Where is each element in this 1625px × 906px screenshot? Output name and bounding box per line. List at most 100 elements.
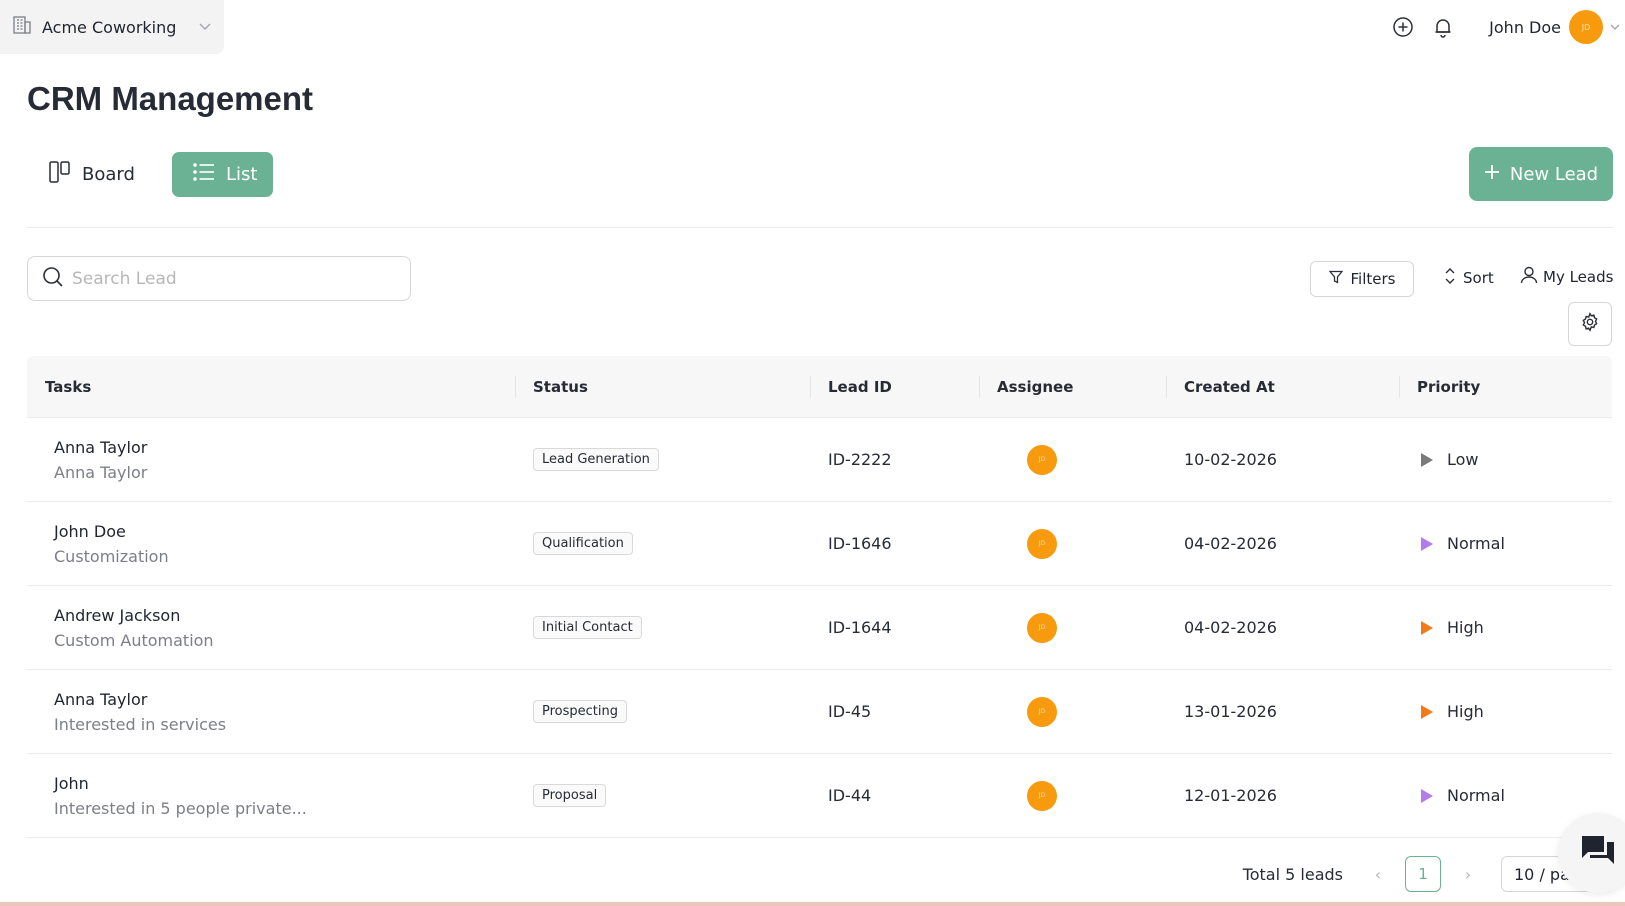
header-actions: John Doe JD [1391,0,1625,54]
priority-label: Normal [1447,534,1505,553]
table-row[interactable]: Anna Taylor Anna Taylor Lead Generation … [27,418,1612,502]
created-at-cell: 12-01-2026 [1184,786,1277,805]
sort-icon [1443,266,1457,290]
column-header-lead-id[interactable]: Lead ID [810,356,979,418]
filter-icon [1328,270,1343,288]
task-subtitle: Custom Automation [54,630,214,650]
table-row[interactable]: Anna Taylor Interested in services Prosp… [27,670,1612,754]
assignee-cell: JD [979,670,1166,754]
priority-flag-icon [1421,536,1433,551]
status-badge: Lead Generation [533,448,659,471]
lead-id-cell: ID-2222 [828,450,892,469]
created-at-cell: 04-02-2026 [1184,534,1277,553]
add-circle-icon[interactable] [1391,15,1415,39]
pagination: Total 5 leads ‹ 1 › 10 / page [1242,856,1613,892]
task-title: John Doe [54,521,126,541]
priority-cell: High [1399,670,1612,754]
priority-flag-icon [1421,620,1433,635]
filters-button[interactable]: Filters [1310,261,1414,297]
status-cell: Lead Generation [515,418,810,502]
task-cell: Andrew Jackson Custom Automation [27,586,515,670]
my-leads-label: My Leads [1543,268,1614,286]
task-subtitle: Customization [54,546,169,566]
created-at-cell: 10-02-2026 [1184,450,1277,469]
bottom-border [0,902,1625,906]
assignee-cell: JD [979,754,1166,838]
total-count: Total 5 leads [1242,864,1343,884]
status-badge: Initial Contact [533,616,642,639]
my-leads-button[interactable]: My Leads [1520,266,1613,288]
priority-label: Low [1447,450,1479,469]
task-subtitle: Anna Taylor [54,462,148,482]
page-title: CRM Management [27,80,314,117]
table-row[interactable]: John Interested in 5 people private... P… [27,754,1612,838]
status-cell: Prospecting [515,670,810,754]
column-header-status[interactable]: Status [515,356,810,418]
lead-id-cell: ID-1644 [828,618,892,637]
search-input[interactable] [72,268,392,289]
created-at-cell: 13-01-2026 [1184,702,1277,721]
status-badge: Proposal [533,784,607,807]
plus-icon [1484,164,1500,185]
status-cell: Initial Contact [515,586,810,670]
filters-label: Filters [1350,270,1396,288]
priority-cell: High [1399,586,1612,670]
priority-label: High [1447,618,1484,637]
task-title: John [54,773,89,793]
task-cell: John Doe Customization [27,502,515,586]
column-header-created-at[interactable]: Created At [1166,356,1399,418]
bell-icon[interactable] [1431,15,1455,39]
chevron-down-icon [198,18,212,37]
priority-label: High [1447,702,1484,721]
column-header-assignee[interactable]: Assignee [979,356,1166,418]
status-badge: Qualification [533,532,633,555]
task-subtitle: Interested in 5 people private... [54,798,307,818]
building-icon [12,15,32,39]
priority-flag-icon [1421,704,1433,719]
status-cell: Qualification [515,502,810,586]
user-name[interactable]: John Doe [1489,18,1561,37]
table-settings-button[interactable] [1568,302,1612,346]
leads-table: Tasks Status Lead ID Assignee Created At… [27,356,1612,838]
created-at-cell: 04-02-2026 [1184,618,1277,637]
search-box[interactable] [27,256,411,301]
task-cell: Anna Taylor Anna Taylor [27,418,515,502]
tab-list-label: List [226,164,258,185]
prev-page-icon[interactable]: ‹ [1363,865,1393,884]
chevron-down-icon[interactable] [1609,18,1621,37]
chat-icon [1580,834,1616,872]
column-header-tasks[interactable]: Tasks [27,356,515,418]
next-page-icon[interactable]: › [1453,865,1483,884]
assignee-avatar[interactable]: JD [1027,780,1057,811]
tab-list[interactable]: List [172,152,273,197]
lead-id-cell: ID-1646 [828,534,892,553]
assignee-cell: JD [979,502,1166,586]
assignee-avatar[interactable]: JD [1027,612,1057,643]
priority-flag-icon [1421,788,1433,803]
new-lead-button[interactable]: New Lead [1469,147,1613,201]
priority-flag-icon [1421,452,1433,467]
page-number[interactable]: 1 [1405,856,1441,892]
user-icon [1520,266,1538,288]
table-row[interactable]: John Doe Customization Qualification ID-… [27,502,1612,586]
new-lead-label: New Lead [1509,163,1599,185]
status-cell: Proposal [515,754,810,838]
assignee-avatar[interactable]: JD [1027,696,1057,727]
assignee-avatar[interactable]: JD [1027,528,1057,559]
task-cell: John Interested in 5 people private... [27,754,515,838]
task-subtitle: Interested in services [54,714,227,734]
priority-cell: Low [1399,418,1612,502]
divider [27,227,1613,228]
table-row[interactable]: Andrew Jackson Custom Automation Initial… [27,586,1612,670]
task-title: Anna Taylor [54,437,148,457]
sort-label: Sort [1463,269,1494,287]
sort-button[interactable]: Sort [1443,266,1494,290]
task-title: Anna Taylor [54,689,148,709]
assignee-avatar[interactable]: JD [1027,444,1057,475]
status-badge: Prospecting [533,700,627,723]
user-avatar[interactable]: JD [1569,10,1603,44]
column-header-priority[interactable]: Priority [1399,356,1612,418]
tab-board-label: Board [82,164,135,185]
tab-board[interactable]: Board [48,152,135,197]
workspace-switcher[interactable]: Acme Coworking [0,0,224,54]
